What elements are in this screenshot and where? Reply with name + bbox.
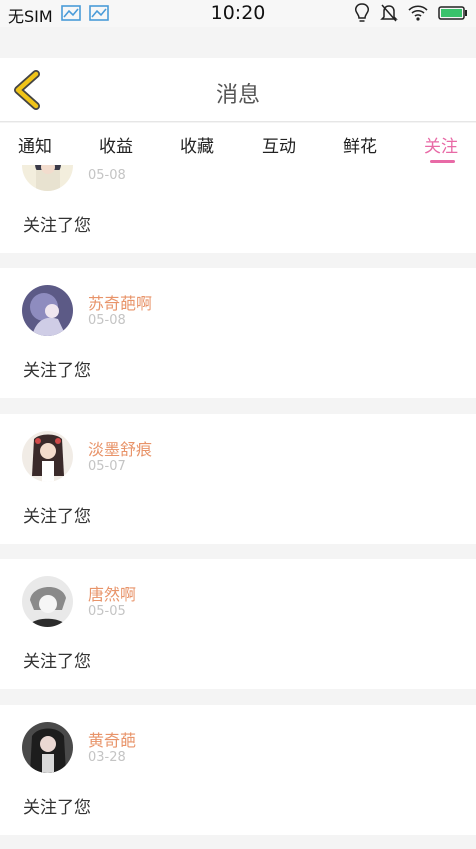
wifi-icon <box>408 5 428 25</box>
avatar[interactable] <box>22 431 73 482</box>
message-text: 关注了您 <box>23 652 91 672</box>
list-item[interactable]: 05-08 关注了您 <box>0 165 476 253</box>
status-bar: 无SIM 10:20 <box>0 0 476 27</box>
date: 05-08 <box>88 313 126 328</box>
username[interactable]: 苏奇葩啊 <box>88 290 152 314</box>
username[interactable]: 淡墨舒痕 <box>88 436 152 460</box>
tab-flowers[interactable]: 鲜花 <box>343 132 377 157</box>
tab-earnings[interactable]: 收益 <box>99 132 133 157</box>
message-text: 关注了您 <box>23 798 91 818</box>
active-tab-indicator <box>430 160 455 163</box>
mute-icon <box>380 3 398 27</box>
tab-bar: 通知 收益 收藏 互动 鲜花 关注 <box>0 123 476 165</box>
status-right <box>354 3 468 27</box>
username[interactable]: 唐然啊 <box>88 581 136 605</box>
list-item[interactable]: 唐然啊 05-05 关注了您 <box>0 559 476 689</box>
username[interactable]: 黄奇葩 <box>88 727 136 751</box>
notification-list: 05-08 关注了您 苏奇葩啊 05-08 关注了您 淡墨舒痕 05-07 关注… <box>0 165 476 849</box>
page-title: 消息 <box>215 83 260 108</box>
date: 05-05 <box>88 604 126 619</box>
tab-follows[interactable]: 关注 <box>424 132 458 157</box>
battery-icon <box>438 5 468 25</box>
message-text: 关注了您 <box>23 216 91 236</box>
bulb-icon <box>354 3 370 27</box>
message-text: 关注了您 <box>23 507 91 527</box>
date: 05-08 <box>88 168 126 183</box>
list-item[interactable]: 黄奇葩 03-28 关注了您 <box>0 705 476 835</box>
avatar[interactable] <box>22 285 73 336</box>
avatar[interactable] <box>22 722 73 773</box>
avatar[interactable] <box>22 165 73 191</box>
message-text: 关注了您 <box>23 361 91 381</box>
list-item[interactable]: 淡墨舒痕 05-07 关注了您 <box>0 414 476 544</box>
tab-interactions[interactable]: 互动 <box>262 132 296 157</box>
date: 05-07 <box>88 459 126 474</box>
tab-notice[interactable]: 通知 <box>18 132 52 157</box>
date: 03-28 <box>88 750 126 765</box>
avatar[interactable] <box>22 576 73 627</box>
header: 消息 <box>0 58 476 122</box>
list-item[interactable]: 苏奇葩啊 05-08 关注了您 <box>0 268 476 398</box>
tab-favorites[interactable]: 收藏 <box>180 132 214 157</box>
